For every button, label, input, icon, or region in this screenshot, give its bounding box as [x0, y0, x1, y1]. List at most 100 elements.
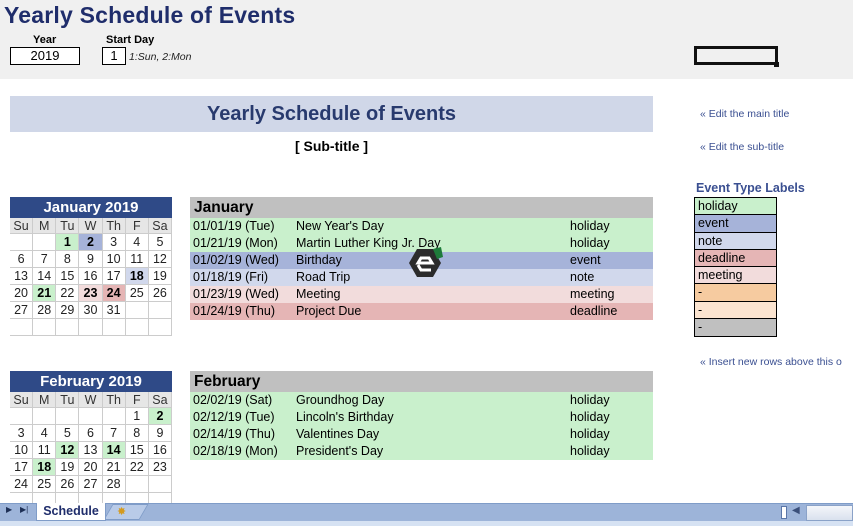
calendar-day[interactable]: [125, 302, 149, 319]
calendar-day[interactable]: [79, 408, 103, 425]
insert-rows-link[interactable]: « Insert new rows above this o: [700, 356, 842, 368]
calendar-day[interactable]: 19: [56, 459, 80, 476]
scroll-split-handle[interactable]: [781, 506, 787, 519]
calendar-day[interactable]: 11: [125, 251, 149, 268]
legend-item[interactable]: holiday: [695, 198, 776, 216]
calendar-day[interactable]: 13: [10, 268, 34, 285]
calendar-day[interactable]: 3: [10, 425, 34, 442]
calendar-day[interactable]: [102, 319, 126, 336]
calendar-day[interactable]: [33, 319, 57, 336]
event-row[interactable]: 01/01/19 (Tue) New Year's Day holiday: [190, 218, 653, 235]
calendar-day[interactable]: 1: [56, 234, 80, 251]
calendar-day[interactable]: [79, 319, 103, 336]
start-day-input[interactable]: 1: [102, 47, 126, 65]
calendar-day[interactable]: 14: [102, 442, 126, 459]
calendar-day[interactable]: 6: [79, 425, 103, 442]
calendar-day[interactable]: 9: [148, 425, 172, 442]
calendar-day[interactable]: [125, 476, 149, 493]
calendar-day[interactable]: 28: [33, 302, 57, 319]
event-row[interactable]: 02/12/19 (Tue) Lincoln's Birthday holiday: [190, 409, 653, 426]
calendar-day[interactable]: 20: [79, 459, 103, 476]
event-row[interactable]: 01/24/19 (Thu) Project Due deadline: [190, 303, 653, 320]
calendar-day[interactable]: 3: [102, 234, 126, 251]
legend-item[interactable]: note: [695, 232, 776, 250]
calendar-day[interactable]: 10: [102, 251, 126, 268]
calendar-day[interactable]: 2: [148, 408, 172, 425]
calendar-day[interactable]: [102, 408, 126, 425]
legend-item[interactable]: -: [695, 284, 776, 302]
sheet-tab-schedule[interactable]: Schedule: [36, 503, 106, 521]
calendar-day[interactable]: 29: [56, 302, 80, 319]
horizontal-scrollbar[interactable]: [806, 505, 853, 521]
calendar-day[interactable]: 2: [79, 234, 103, 251]
calendar-day[interactable]: 21: [102, 459, 126, 476]
event-row[interactable]: 02/02/19 (Sat) Groundhog Day holiday: [190, 392, 653, 409]
calendar-day[interactable]: [10, 408, 34, 425]
calendar-day[interactable]: [10, 319, 34, 336]
calendar-day[interactable]: [148, 476, 172, 493]
calendar-day[interactable]: 4: [33, 425, 57, 442]
calendar-day[interactable]: [125, 319, 149, 336]
legend-item[interactable]: event: [695, 215, 776, 233]
calendar-day[interactable]: 10: [10, 442, 34, 459]
calendar-day[interactable]: 17: [102, 268, 126, 285]
legend-item[interactable]: meeting: [695, 267, 776, 285]
calendar-day[interactable]: 11: [33, 442, 57, 459]
calendar-day[interactable]: 14: [33, 268, 57, 285]
calendar-day[interactable]: 15: [125, 442, 149, 459]
calendar-day[interactable]: 8: [125, 425, 149, 442]
calendar-day[interactable]: 12: [148, 251, 172, 268]
scroll-left-arrow-icon[interactable]: ◀: [792, 505, 800, 516]
selected-cell[interactable]: [694, 46, 778, 65]
calendar-day[interactable]: 27: [10, 302, 34, 319]
fill-handle[interactable]: [774, 62, 779, 67]
legend-item[interactable]: deadline: [695, 249, 776, 267]
calendar-day[interactable]: 12: [56, 442, 80, 459]
calendar-day[interactable]: [56, 408, 80, 425]
calendar-day[interactable]: 6: [10, 251, 34, 268]
calendar-day[interactable]: 5: [56, 425, 80, 442]
calendar-day[interactable]: 5: [148, 234, 172, 251]
calendar-day[interactable]: 1: [125, 408, 149, 425]
calendar-day[interactable]: 26: [148, 285, 172, 302]
calendar-day[interactable]: 19: [148, 268, 172, 285]
calendar-day[interactable]: [56, 319, 80, 336]
calendar-day[interactable]: 16: [148, 442, 172, 459]
year-input[interactable]: 2019: [10, 47, 80, 65]
legend-item[interactable]: -: [695, 318, 776, 336]
calendar-day[interactable]: 7: [33, 251, 57, 268]
calendar-day[interactable]: 27: [79, 476, 103, 493]
insert-sheet-icon[interactable]: ✸: [117, 505, 126, 518]
last-sheet-button[interactable]: ▶|: [20, 505, 28, 514]
calendar-day[interactable]: 23: [79, 285, 103, 302]
edit-sub-title-link[interactable]: « Edit the sub-title: [700, 141, 784, 153]
calendar-day[interactable]: 24: [10, 476, 34, 493]
calendar-day[interactable]: [10, 234, 34, 251]
legend-item[interactable]: -: [695, 301, 776, 319]
event-row[interactable]: 02/14/19 (Thu) Valentines Day holiday: [190, 426, 653, 443]
calendar-day[interactable]: [33, 234, 57, 251]
calendar-day[interactable]: 31: [102, 302, 126, 319]
calendar-day[interactable]: 22: [56, 285, 80, 302]
calendar-day[interactable]: 25: [33, 476, 57, 493]
event-row[interactable]: 02/18/19 (Mon) President's Day holiday: [190, 443, 653, 460]
edit-main-title-link[interactable]: « Edit the main title: [700, 108, 789, 120]
sub-title[interactable]: [ Sub-title ]: [10, 138, 653, 154]
main-title[interactable]: Yearly Schedule of Events: [10, 96, 653, 132]
calendar-day[interactable]: 20: [10, 285, 34, 302]
calendar-day[interactable]: 30: [79, 302, 103, 319]
calendar-day[interactable]: 17: [10, 459, 34, 476]
calendar-day[interactable]: 28: [102, 476, 126, 493]
calendar-day[interactable]: 25: [125, 285, 149, 302]
calendar-day[interactable]: 23: [148, 459, 172, 476]
calendar-day[interactable]: 22: [125, 459, 149, 476]
calendar-day[interactable]: 26: [56, 476, 80, 493]
calendar-day[interactable]: [148, 302, 172, 319]
calendar-day[interactable]: [33, 408, 57, 425]
next-sheet-button[interactable]: ▶: [6, 505, 12, 514]
calendar-day[interactable]: 18: [33, 459, 57, 476]
calendar-day[interactable]: 9: [79, 251, 103, 268]
calendar-day[interactable]: 8: [56, 251, 80, 268]
calendar-day[interactable]: 4: [125, 234, 149, 251]
calendar-day[interactable]: 18: [125, 268, 149, 285]
